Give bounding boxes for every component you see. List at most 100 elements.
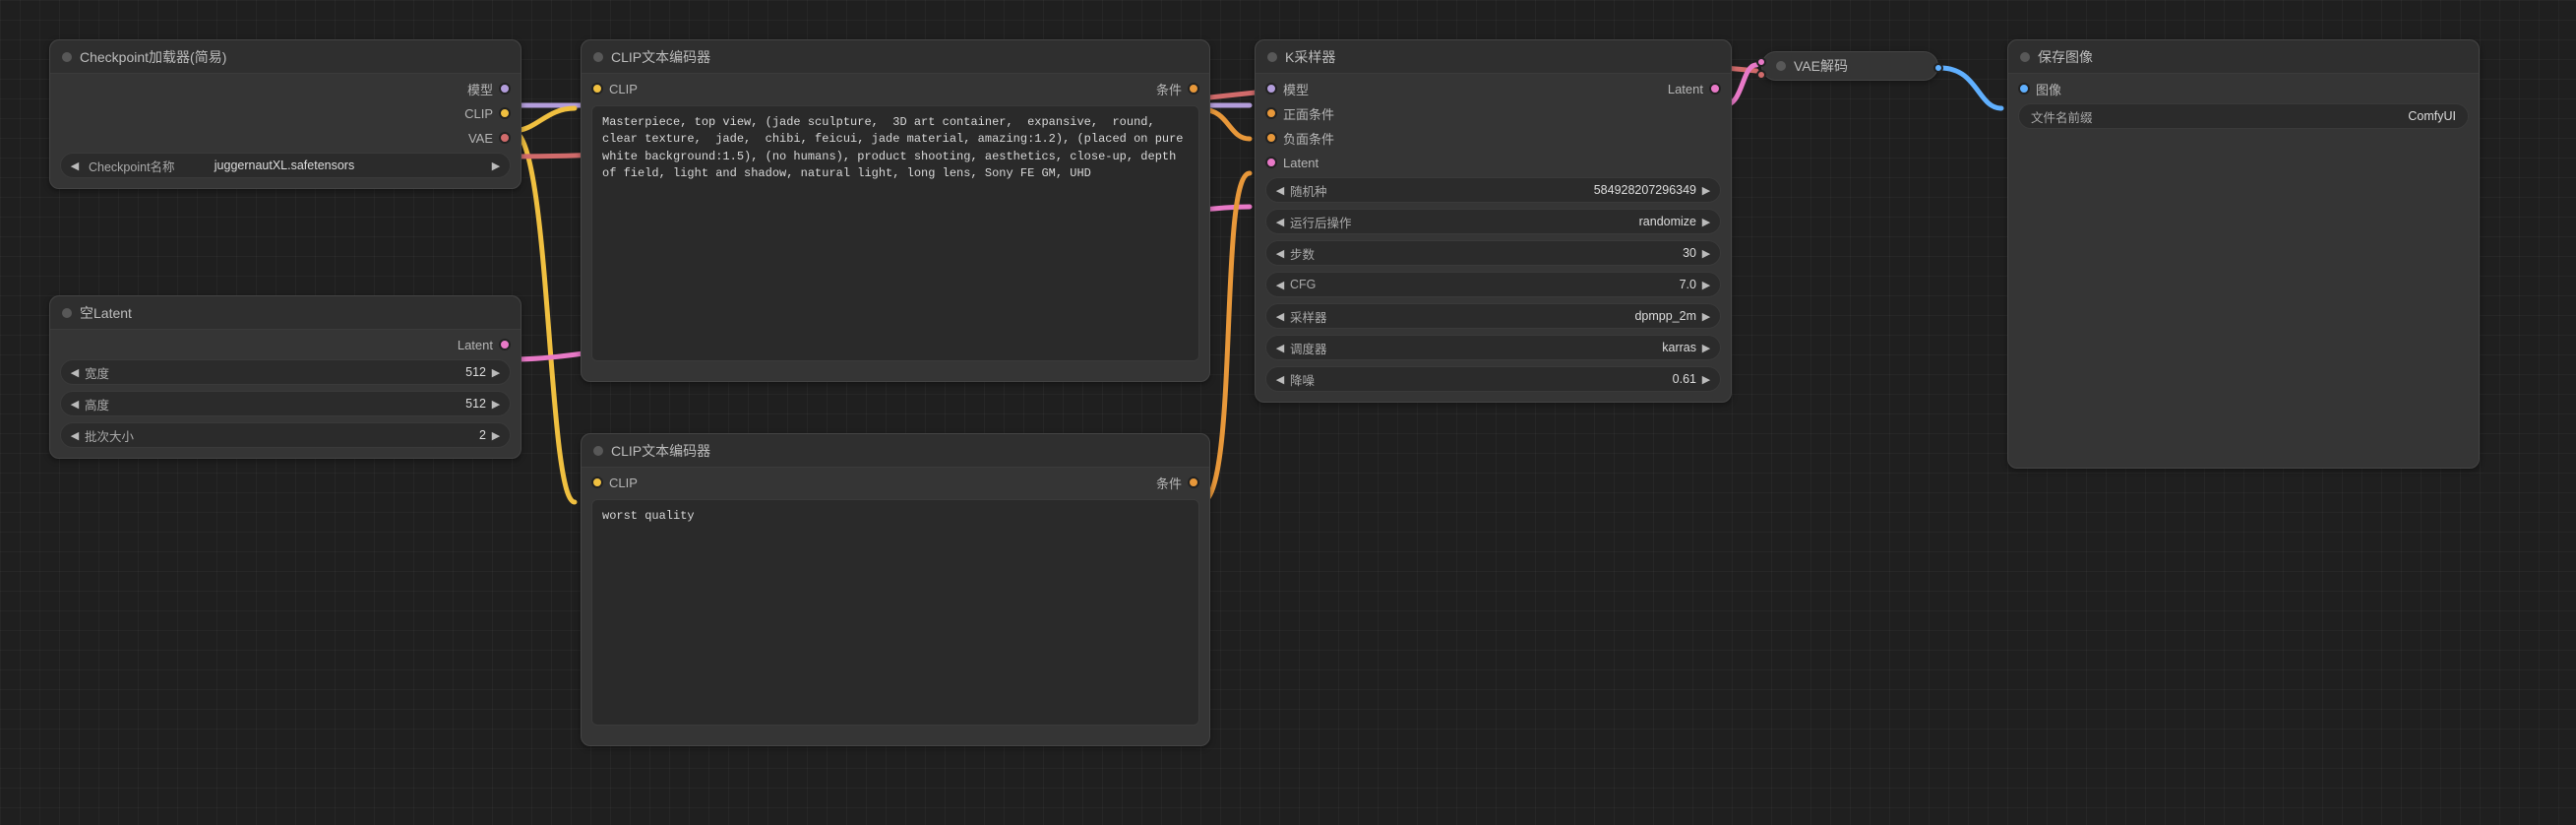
port-dot-icon: [1265, 157, 1277, 168]
widget-ckpt-name[interactable]: ◀ Checkpoint名称 juggernautXL.safetensors …: [60, 153, 511, 178]
port-out-conditioning[interactable]: 条件: [1156, 474, 1199, 491]
node-title-text: K采样器: [1285, 47, 1335, 67]
prompt-text-input[interactable]: worst quality: [591, 499, 1199, 726]
widget-label: 步数: [1288, 244, 1315, 263]
port-label: 模型: [1283, 80, 1309, 98]
port-dot-icon: [499, 132, 511, 144]
node-title-text: 保存图像: [2038, 47, 2093, 67]
port-in-latent[interactable]: Latent: [1265, 154, 1334, 171]
widget-sampler-name[interactable]: ◀ 采样器 dpmpp_2m ▶: [1265, 303, 1721, 329]
widget-denoise[interactable]: ◀ 降噪 0.61 ▶: [1265, 366, 1721, 392]
node-title[interactable]: CLIP文本编码器: [582, 434, 1209, 468]
port-out-conditioning[interactable]: 条件: [1156, 80, 1199, 97]
widget-label: 宽度: [83, 363, 109, 382]
node-vae-decode[interactable]: VAE解码: [1761, 51, 1938, 81]
collapse-toggle-icon[interactable]: [62, 308, 72, 318]
arrow-right-icon[interactable]: ▶: [1698, 279, 1714, 291]
port-in-clip[interactable]: CLIP: [591, 474, 638, 491]
port-label: 正面条件: [1283, 104, 1334, 123]
node-title[interactable]: K采样器: [1256, 40, 1731, 74]
node-title-text: CLIP文本编码器: [611, 441, 710, 461]
port-out-latent[interactable]: Latent: [1668, 80, 1721, 97]
arrow-right-icon[interactable]: ▶: [488, 429, 504, 442]
arrow-left-icon[interactable]: ◀: [1272, 279, 1288, 291]
arrow-left-icon[interactable]: ◀: [1272, 216, 1288, 228]
collapse-toggle-icon[interactable]: [2020, 52, 2030, 62]
port-out-vae[interactable]: VAE: [464, 129, 511, 147]
widget-height[interactable]: ◀ 高度 512 ▶: [60, 391, 511, 416]
arrow-right-icon[interactable]: ▶: [1698, 310, 1714, 323]
port-label: 负面条件: [1283, 129, 1334, 148]
arrow-left-icon[interactable]: ◀: [1272, 342, 1288, 354]
node-title[interactable]: CLIP文本编码器: [582, 40, 1209, 74]
arrow-right-icon[interactable]: ▶: [488, 366, 504, 379]
port-in-model[interactable]: 模型: [1265, 80, 1334, 97]
node-empty-latent[interactable]: 空Latent Latent ◀ 宽度 512 ▶ ◀ 高度: [49, 295, 521, 459]
widget-value: 512: [465, 397, 488, 411]
port-in-clip[interactable]: CLIP: [591, 80, 638, 97]
port-out-model[interactable]: 模型: [464, 80, 511, 97]
collapse-toggle-icon[interactable]: [62, 52, 72, 62]
widget-label: Checkpoint名称: [87, 157, 175, 175]
collapse-toggle-icon[interactable]: [593, 52, 603, 62]
arrow-left-icon[interactable]: ◀: [67, 398, 83, 411]
port-in-samples[interactable]: [1756, 57, 1766, 67]
port-label: 图像: [2036, 80, 2061, 98]
port-out-latent[interactable]: Latent: [458, 336, 511, 353]
widget-steps[interactable]: ◀ 步数 30 ▶: [1265, 240, 1721, 266]
arrow-left-icon[interactable]: ◀: [1272, 373, 1288, 386]
node-clip-text-encode-positive[interactable]: CLIP文本编码器 CLIP 条件 Masterpiece, top view,…: [581, 39, 1210, 382]
arrow-left-icon[interactable]: ◀: [1272, 310, 1288, 323]
node-clip-text-encode-negative[interactable]: CLIP文本编码器 CLIP 条件 worst quality: [581, 433, 1210, 746]
widget-value: 512: [465, 365, 488, 379]
widget-label: 采样器: [1288, 307, 1327, 326]
node-title[interactable]: 保存图像: [2008, 40, 2479, 74]
arrow-right-icon[interactable]: ▶: [1698, 373, 1714, 386]
arrow-right-icon[interactable]: ▶: [488, 159, 504, 172]
arrow-right-icon[interactable]: ▶: [1698, 216, 1714, 228]
port-dot-icon: [499, 107, 511, 119]
arrow-right-icon[interactable]: ▶: [1698, 247, 1714, 260]
widget-control-after-generate[interactable]: ◀ 运行后操作 randomize ▶: [1265, 209, 1721, 234]
node-title[interactable]: 空Latent: [50, 296, 521, 330]
node-title[interactable]: Checkpoint加载器(简易): [50, 40, 521, 74]
widget-seed[interactable]: ◀ 随机种 584928207296349 ▶: [1265, 177, 1721, 203]
arrow-right-icon[interactable]: ▶: [1698, 184, 1714, 197]
collapse-toggle-icon[interactable]: [1267, 52, 1277, 62]
arrow-left-icon[interactable]: ◀: [1272, 184, 1288, 197]
widget-scheduler[interactable]: ◀ 调度器 karras ▶: [1265, 335, 1721, 360]
port-dot-icon: [1188, 476, 1199, 488]
widget-batch[interactable]: ◀ 批次大小 2 ▶: [60, 422, 511, 448]
collapse-toggle-icon[interactable]: [1776, 61, 1786, 71]
arrow-left-icon[interactable]: ◀: [1272, 247, 1288, 260]
port-in-positive[interactable]: 正面条件: [1265, 104, 1334, 122]
port-dot-icon: [1265, 83, 1277, 95]
arrow-right-icon[interactable]: ▶: [488, 398, 504, 411]
collapse-toggle-icon[interactable]: [593, 446, 603, 456]
port-in-images[interactable]: 图像: [2018, 80, 2061, 97]
port-in-negative[interactable]: 负面条件: [1265, 129, 1334, 147]
arrow-left-icon[interactable]: ◀: [67, 366, 83, 379]
widget-label: 批次大小: [83, 426, 134, 445]
widget-value: 30: [1683, 246, 1698, 260]
widget-width[interactable]: ◀ 宽度 512 ▶: [60, 359, 511, 385]
node-save-image[interactable]: 保存图像 图像 文件名前缀 ComfyUI: [2007, 39, 2480, 469]
widget-filename-prefix[interactable]: 文件名前缀 ComfyUI: [2018, 103, 2469, 129]
node-checkpoint-loader[interactable]: Checkpoint加载器(简易) 模型 CLIP VAE: [49, 39, 521, 189]
port-label: CLIP: [609, 476, 638, 490]
prompt-text-input[interactable]: Masterpiece, top view, (jade sculpture, …: [591, 105, 1199, 361]
arrow-left-icon[interactable]: ◀: [67, 159, 83, 172]
widget-value: karras: [1662, 341, 1698, 354]
port-label: 模型: [467, 80, 493, 98]
port-out-image[interactable]: [1933, 63, 1943, 73]
port-label: Latent: [1668, 82, 1703, 96]
port-dot-icon: [2018, 83, 2030, 95]
widget-cfg[interactable]: ◀ CFG 7.0 ▶: [1265, 272, 1721, 297]
arrow-right-icon[interactable]: ▶: [1698, 342, 1714, 354]
arrow-left-icon[interactable]: ◀: [67, 429, 83, 442]
widget-label: CFG: [1288, 278, 1316, 291]
widget-value: ComfyUI: [2408, 109, 2462, 123]
port-in-vae[interactable]: [1756, 70, 1766, 80]
node-ksampler[interactable]: K采样器 模型 正面条件 负面条件 Latent: [1255, 39, 1732, 403]
port-out-clip[interactable]: CLIP: [464, 104, 511, 122]
